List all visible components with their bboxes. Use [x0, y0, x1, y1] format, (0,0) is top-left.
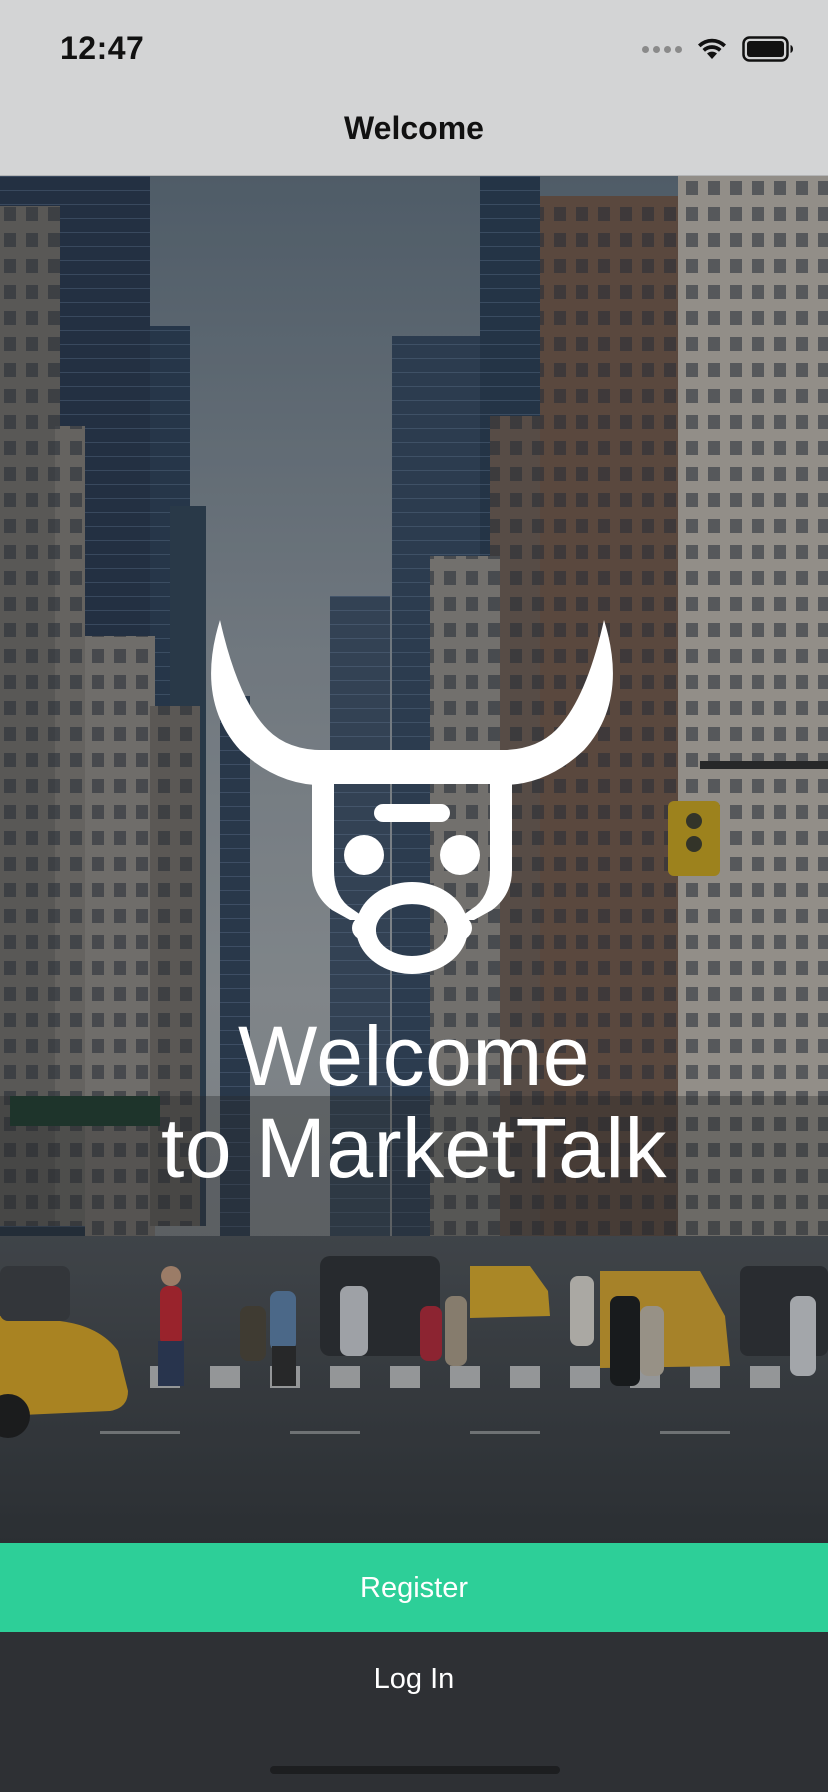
home-indicator[interactable]: [270, 1766, 560, 1774]
top-bar: 12:47 Welcome: [0, 0, 828, 176]
headline-line-2: to MarketTalk: [161, 1101, 667, 1195]
status-icons: [642, 34, 794, 64]
welcome-screen: 12:47 Welcome Welcome to MarketTalk Regi…: [0, 0, 828, 1792]
register-button[interactable]: Register: [0, 1543, 828, 1632]
welcome-headline: Welcome to MarketTalk: [0, 1010, 828, 1194]
wifi-icon: [698, 38, 726, 59]
headline-line-1: Welcome: [237, 1009, 591, 1103]
status-time: 12:47: [60, 30, 145, 66]
bull-head-icon: [211, 620, 613, 974]
battery-icon: [742, 36, 793, 62]
nav-title: Welcome: [344, 110, 484, 146]
cellular-signal-icon: [642, 45, 682, 53]
login-button[interactable]: Log In: [0, 1632, 828, 1724]
